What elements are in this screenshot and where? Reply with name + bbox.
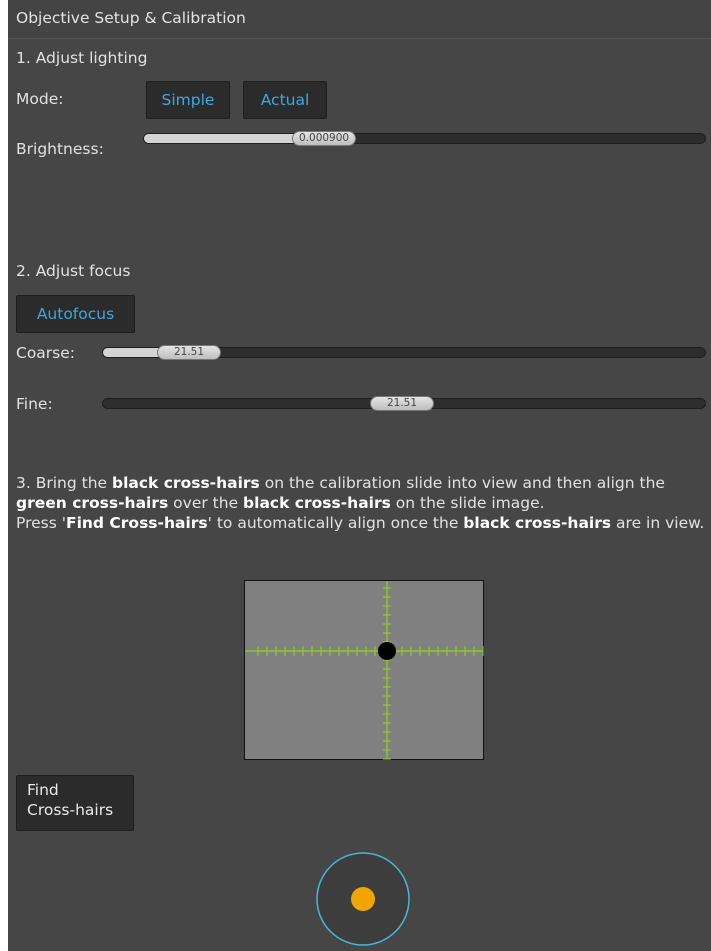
coarse-value: 21.51 bbox=[173, 346, 205, 358]
mode-actual-button[interactable]: Actual bbox=[243, 81, 327, 119]
focus-heading: 2. Adjust focus bbox=[16, 262, 131, 280]
instr-text: 3. Bring the bbox=[16, 474, 112, 492]
find-crosshairs-label: Find Cross-hairs bbox=[27, 780, 113, 820]
instr-text: on the calibration slide into view and t… bbox=[259, 474, 665, 492]
brightness-label: Brightness: bbox=[16, 140, 104, 158]
instr-bold: black cross-hairs bbox=[111, 474, 260, 492]
instr-bold: black cross-hairs bbox=[243, 494, 391, 512]
fine-value: 21.51 bbox=[386, 397, 418, 409]
slide-image-view[interactable] bbox=[244, 580, 484, 760]
mode-simple-button[interactable]: Simple bbox=[146, 81, 230, 119]
fine-slider-thumb[interactable]: 21.51 bbox=[370, 396, 434, 411]
instr-text: ' to automatically align once the bbox=[207, 514, 464, 532]
instr-text: are in view. bbox=[611, 514, 705, 532]
instr-text: Press ' bbox=[16, 514, 66, 532]
coarse-slider[interactable]: 21.51 bbox=[102, 345, 706, 360]
calibration-panel: Objective Setup & Calibration 1. Adjust … bbox=[8, 0, 711, 951]
coarse-label: Coarse: bbox=[16, 344, 76, 362]
find-crosshairs-button[interactable]: Find Cross-hairs bbox=[16, 775, 134, 831]
mode-simple-label: Simple bbox=[161, 91, 215, 109]
coarse-slider-thumb[interactable]: 21.51 bbox=[157, 345, 221, 360]
brightness-value: 0.000900 bbox=[299, 132, 350, 144]
joystick-knob-icon[interactable] bbox=[351, 887, 375, 911]
brightness-slider-fill bbox=[144, 134, 296, 143]
brightness-slider-thumb[interactable]: 0.000900 bbox=[292, 131, 357, 146]
panel-title: Objective Setup & Calibration bbox=[16, 9, 246, 27]
slide-image-frame bbox=[244, 580, 484, 760]
coarse-slider-fill bbox=[103, 348, 163, 357]
autofocus-button[interactable]: Autofocus bbox=[16, 295, 135, 333]
calibration-instructions: 3. Bring the black cross-hairs on the ca… bbox=[16, 473, 706, 533]
crosshair-target-icon bbox=[378, 642, 396, 660]
panel-header: Objective Setup & Calibration bbox=[8, 0, 711, 39]
instr-bold: black cross-hairs bbox=[463, 514, 612, 532]
fine-slider[interactable]: 21.51 bbox=[102, 396, 706, 411]
find-crosshairs-line1: Find bbox=[27, 781, 59, 799]
brightness-slider[interactable]: 0.000900 bbox=[143, 131, 706, 146]
find-crosshairs-line2: Cross-hairs bbox=[27, 801, 114, 819]
instr-bold: green cross-hairs bbox=[16, 494, 169, 512]
autofocus-label: Autofocus bbox=[36, 305, 115, 323]
instr-bold: Find Cross-hairs bbox=[65, 514, 208, 532]
mode-label: Mode: bbox=[16, 90, 64, 108]
instr-text: on the slide image. bbox=[390, 494, 545, 512]
lighting-heading: 1. Adjust lighting bbox=[16, 49, 148, 67]
stage-joystick[interactable] bbox=[315, 851, 411, 947]
mode-actual-label: Actual bbox=[260, 91, 310, 109]
instr-text: over the bbox=[168, 494, 244, 512]
fine-label: Fine: bbox=[16, 395, 53, 413]
